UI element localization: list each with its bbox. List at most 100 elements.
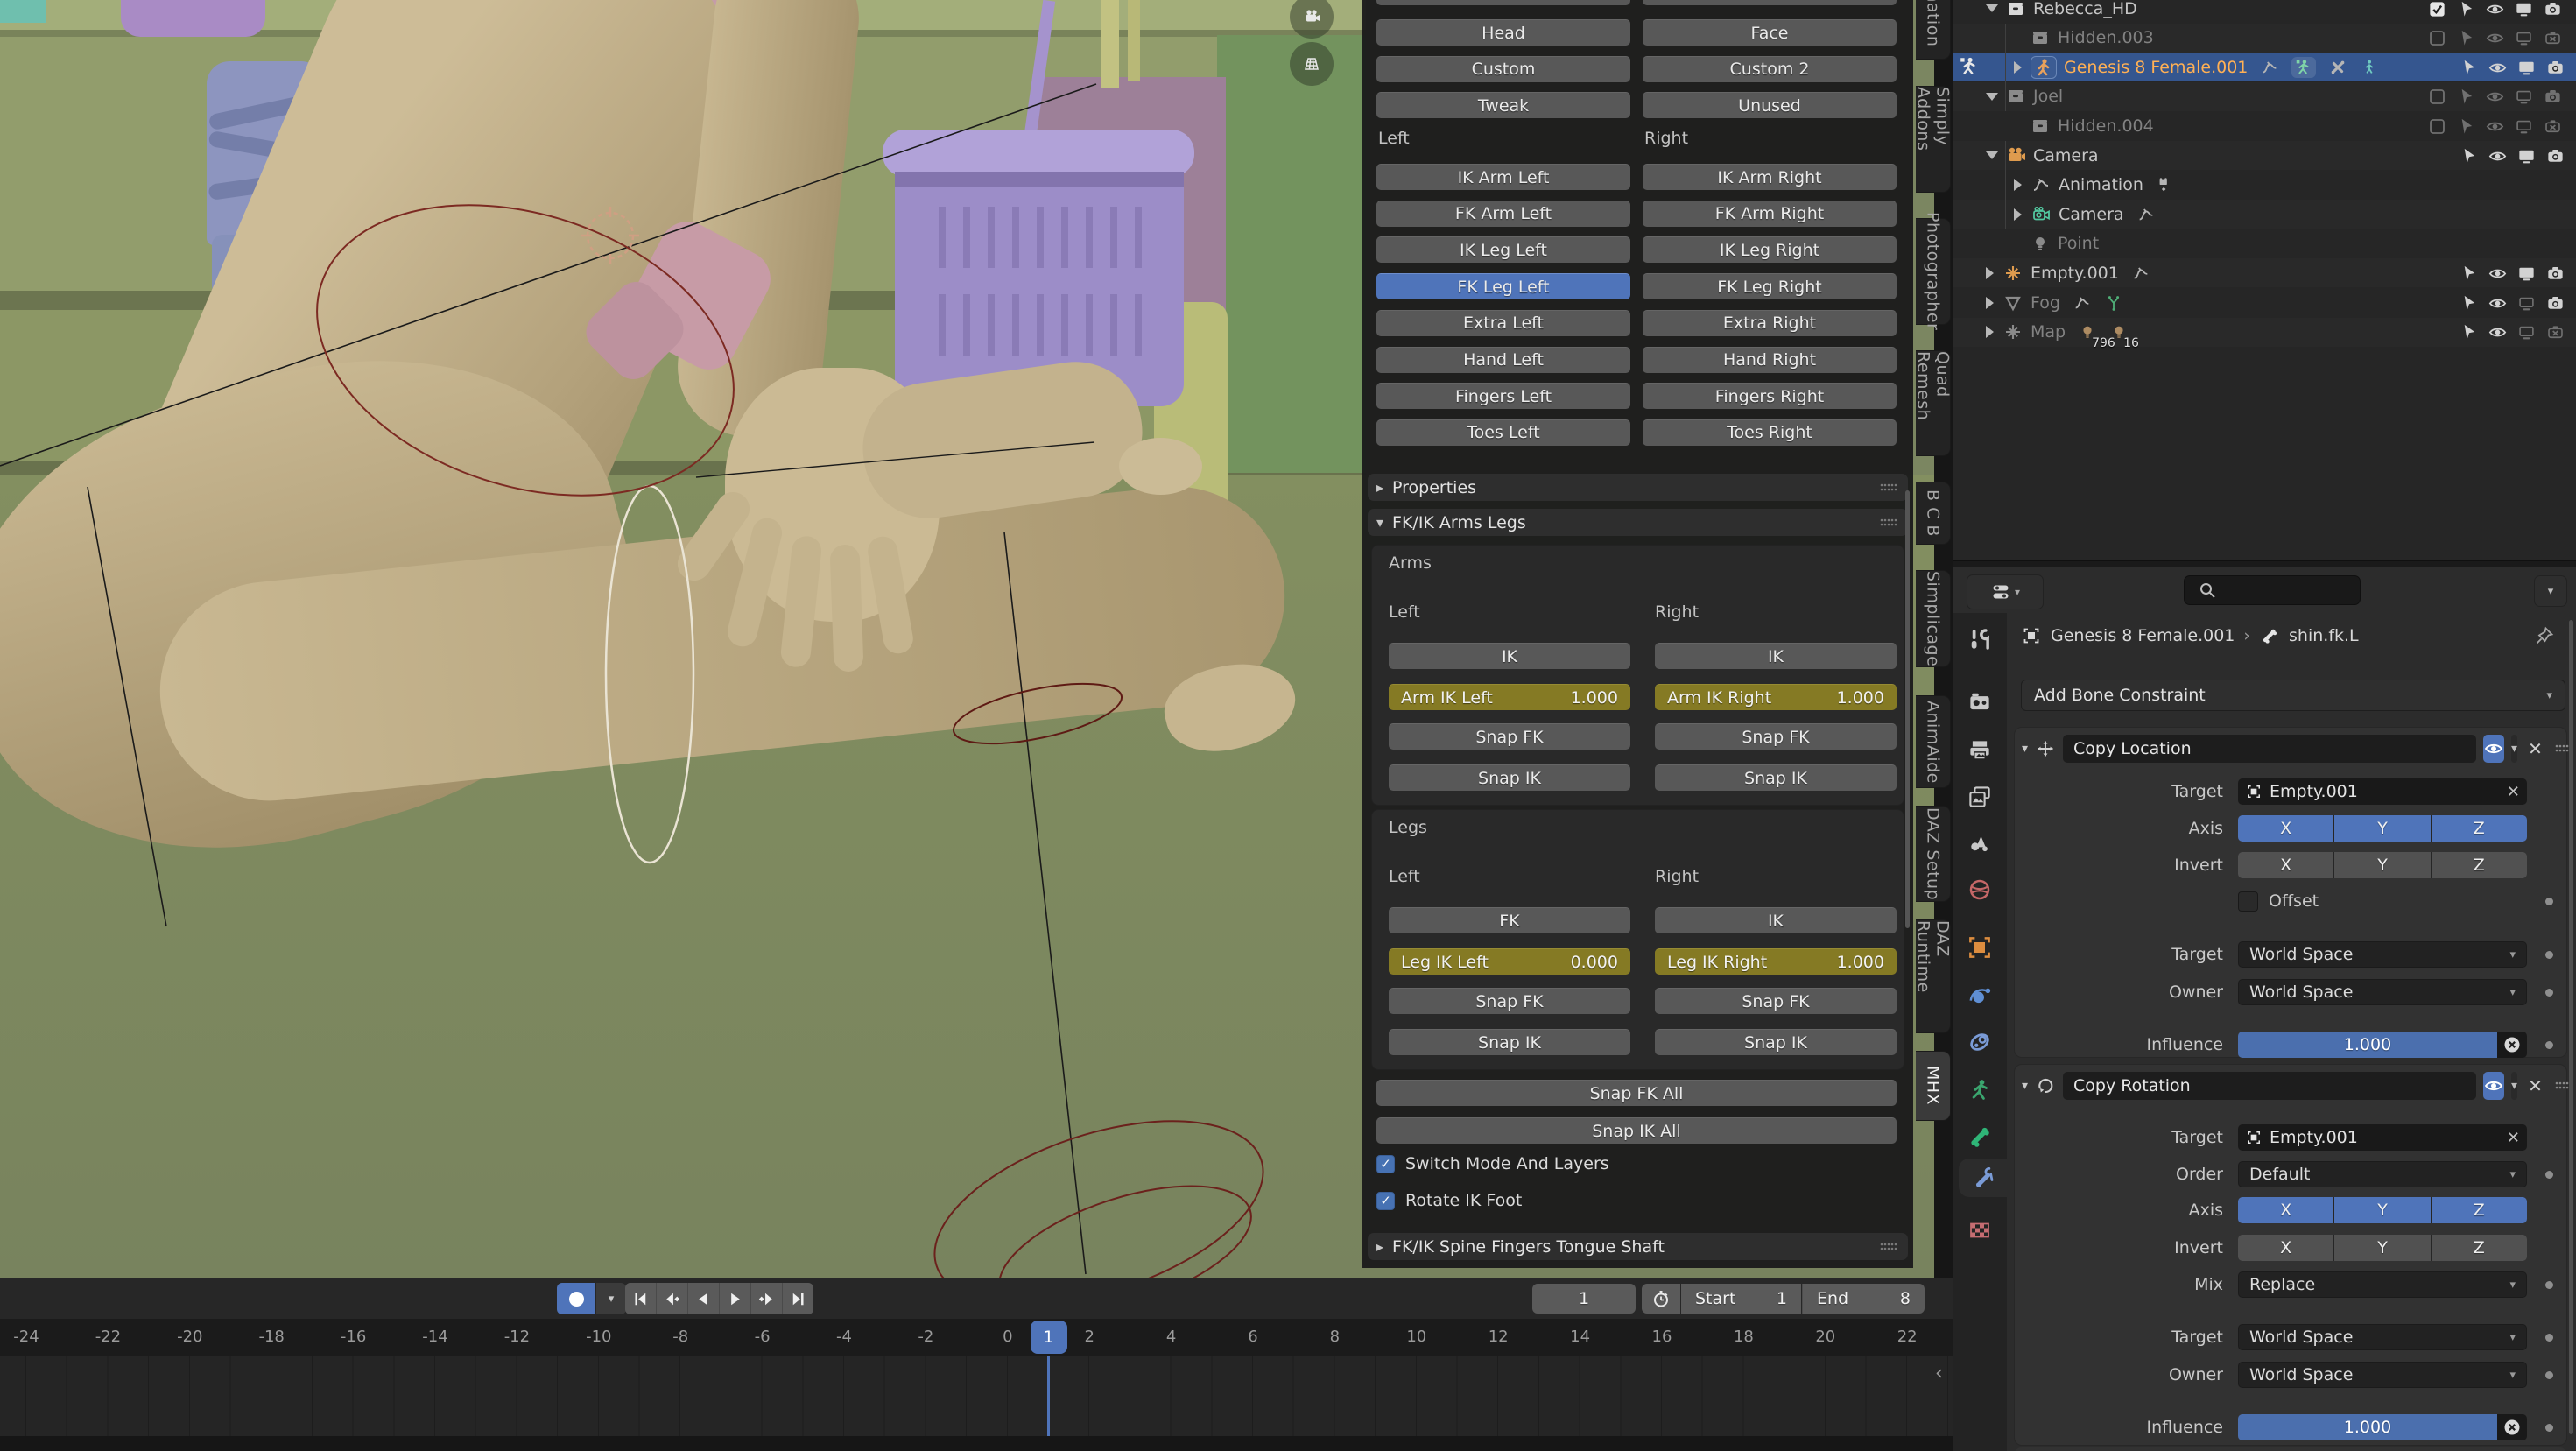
filter-dropdown-button[interactable]: ▾ [2534, 575, 2567, 607]
anim-badge-icon[interactable] [2136, 205, 2156, 224]
pointer-toggle-icon[interactable] [2454, 115, 2477, 137]
properties-tab-world-icon[interactable] [1959, 870, 2001, 909]
legs-snap-fk-button[interactable]: Snap FK [1389, 988, 1630, 1014]
constraint-header[interactable]: ▾ Copy Rotation ▾ ✕ [2015, 1070, 2566, 1102]
monitor-off-toggle-icon[interactable] [2515, 321, 2537, 344]
outliner-item-name[interactable]: Hidden.003 [2058, 28, 2154, 47]
layer-ik-leg-left-button[interactable]: IK Leg Left [1376, 236, 1630, 263]
animate-dot[interactable] [2545, 1041, 2553, 1049]
expander-closed-icon[interactable] [1986, 297, 1994, 309]
previous-keyframe-button[interactable] [657, 1283, 687, 1314]
checkbox-checked-icon[interactable]: ✓ [1376, 1192, 1395, 1210]
stick-badge-icon[interactable] [2360, 58, 2379, 77]
camera-toggle-icon[interactable] [2544, 292, 2566, 314]
timeline-track[interactable]: ‹ [0, 1356, 1953, 1436]
target-field[interactable]: Empty.001 ✕ [2238, 1124, 2527, 1151]
arms-snap-ik-button[interactable]: Snap IK [1655, 764, 1897, 791]
layer-hand-left-button[interactable]: Hand Left [1376, 347, 1630, 373]
invert-toggle-group[interactable]: X Y Z [2238, 1235, 2527, 1261]
layer-head-button[interactable]: Head [1376, 19, 1630, 46]
layer-toes-right-button[interactable]: Toes Right [1643, 419, 1897, 446]
pose-badge-icon[interactable] [2291, 57, 2316, 78]
invert-x-button[interactable]: X [2238, 1235, 2333, 1261]
axis-y-button[interactable]: Y [2334, 1197, 2430, 1223]
legs-snap-fk-button[interactable]: Snap FK [1655, 988, 1897, 1014]
monitor-toggle-icon[interactable] [2515, 262, 2537, 285]
chevron-down-icon[interactable]: ▾ [2022, 1079, 2028, 1093]
legs-snap-ik-button[interactable]: Snap IK [1389, 1029, 1630, 1055]
animate-dot[interactable] [2545, 1334, 2553, 1342]
checkbox-empty-toggle-icon[interactable] [2425, 86, 2448, 109]
eye-toggle-icon[interactable] [2483, 0, 2506, 20]
layer-unused-button[interactable]: Unused [1643, 92, 1897, 118]
properties-scrollbar[interactable] [2569, 620, 2573, 1434]
clear-influence-button[interactable] [2497, 1414, 2527, 1440]
influence-slider[interactable]: 1.000 [2238, 1032, 2527, 1058]
camera-toggle-icon[interactable] [2544, 262, 2566, 285]
camera-toggle-icon[interactable] [2544, 144, 2566, 167]
jump-to-end-button[interactable] [783, 1283, 813, 1314]
offset-checkbox[interactable] [2238, 891, 2258, 912]
layer-custom-button[interactable]: Custom [1376, 56, 1630, 82]
invert-z-button[interactable]: Z [2432, 852, 2527, 878]
outliner-row-point[interactable]: Point [1953, 229, 2576, 258]
sidebar-tab-photographer[interactable]: Photographer [1916, 218, 1951, 325]
axis-z-button[interactable]: Z [2432, 1197, 2527, 1223]
outliner-row-rebecca_hd[interactable]: Rebecca_HD [1953, 0, 2576, 23]
expander-closed-icon[interactable] [1986, 267, 1994, 279]
invert-z-button[interactable]: Z [2432, 1235, 2527, 1261]
properties-tab-scene-icon[interactable] [1959, 824, 2001, 863]
outliner-row-genesis-8-female-001[interactable]: Genesis 8 Female.001 [1953, 53, 2576, 81]
outliner-item-name[interactable]: Empty.001 [2031, 264, 2119, 283]
drag-grip-icon[interactable] [1878, 512, 1899, 533]
next-keyframe-button[interactable] [751, 1283, 782, 1314]
legs-ik-slider[interactable]: Leg IK Left0.000 [1389, 948, 1630, 975]
layer-fk-arm-right-button[interactable]: FK Arm Right [1643, 201, 1897, 227]
outliner-row-camera[interactable]: Camera [1953, 141, 2576, 170]
add-bone-constraint-button[interactable]: Add Bone Constraint ▾ [2021, 680, 2565, 711]
legs-snap-ik-button[interactable]: Snap IK [1655, 1029, 1897, 1055]
camera-toggle-icon[interactable] [2541, 0, 2564, 20]
layer-fk-leg-left-button[interactable]: FK Leg Left [1376, 273, 1630, 299]
renderanim-badge-icon[interactable] [2156, 175, 2175, 194]
target-space-dropdown[interactable]: World Space▾ [2238, 941, 2527, 968]
outliner-item-name[interactable]: Rebecca_HD [2033, 0, 2137, 18]
owner-space-dropdown[interactable]: World Space▾ [2238, 1362, 2527, 1388]
cutoff-button[interactable] [1643, 0, 1897, 5]
use-preview-range-button[interactable] [1642, 1284, 1680, 1314]
target-space-dropdown[interactable]: World Space▾ [2238, 1324, 2527, 1350]
cutoff-button[interactable] [1376, 0, 1630, 5]
arms-ik-button[interactable]: IK [1655, 643, 1897, 669]
expander-closed-icon[interactable] [1986, 326, 1994, 338]
layer-ik-arm-left-button[interactable]: IK Arm Left [1376, 164, 1630, 190]
pointer-toggle-icon[interactable] [2454, 86, 2477, 109]
layer-custom-2-button[interactable]: Custom 2 [1643, 56, 1897, 82]
outliner-item-name[interactable]: Genesis 8 Female.001 [2064, 58, 2248, 77]
checkbox-checked-icon[interactable]: ✓ [1376, 1155, 1395, 1173]
constraint-name-field[interactable]: Copy Rotation [2063, 1072, 2476, 1100]
camera-x-toggle-icon[interactable] [2541, 27, 2564, 50]
pin-icon[interactable] [2534, 625, 2555, 646]
eye-toggle-icon[interactable] [2486, 321, 2509, 344]
outliner-item-name[interactable]: Point [2058, 234, 2099, 253]
start-frame-field[interactable]: Start 1 [1681, 1284, 1801, 1314]
arms-snap-ik-button[interactable]: Snap IK [1389, 764, 1630, 791]
expander-open-icon[interactable] [1986, 151, 1998, 159]
anim-badge-icon[interactable] [2131, 264, 2150, 283]
track-scroll-arrow[interactable]: ‹ [1935, 1363, 1943, 1384]
axis-x-button[interactable]: X [2238, 1197, 2333, 1223]
constraint-delete-button[interactable]: ✕ [2524, 1075, 2546, 1096]
outliner-item-name[interactable]: Camera [2033, 146, 2099, 166]
properties-tab-tool-icon[interactable] [1959, 620, 2001, 659]
bulb-badge-icon[interactable]: 16 [2109, 322, 2129, 342]
monitor-off-toggle-icon[interactable] [2512, 115, 2535, 137]
snap-fk-all-button[interactable]: Snap FK All [1376, 1080, 1897, 1106]
target-field[interactable]: Empty.001 ✕ [2238, 778, 2527, 805]
legs-ik-slider[interactable]: Leg IK Right1.000 [1655, 948, 1897, 975]
camera-toggle-icon[interactable] [2541, 86, 2564, 109]
breadcrumb-object[interactable]: Genesis 8 Female.001 [2051, 626, 2235, 645]
checkbox-checked-toggle-icon[interactable] [2425, 0, 2448, 20]
properties-tab-bonecon-icon[interactable] [1959, 1159, 2007, 1197]
camera-toggle-icon[interactable] [2544, 56, 2566, 79]
properties-tab-constraint-icon[interactable] [1959, 1023, 2001, 1061]
